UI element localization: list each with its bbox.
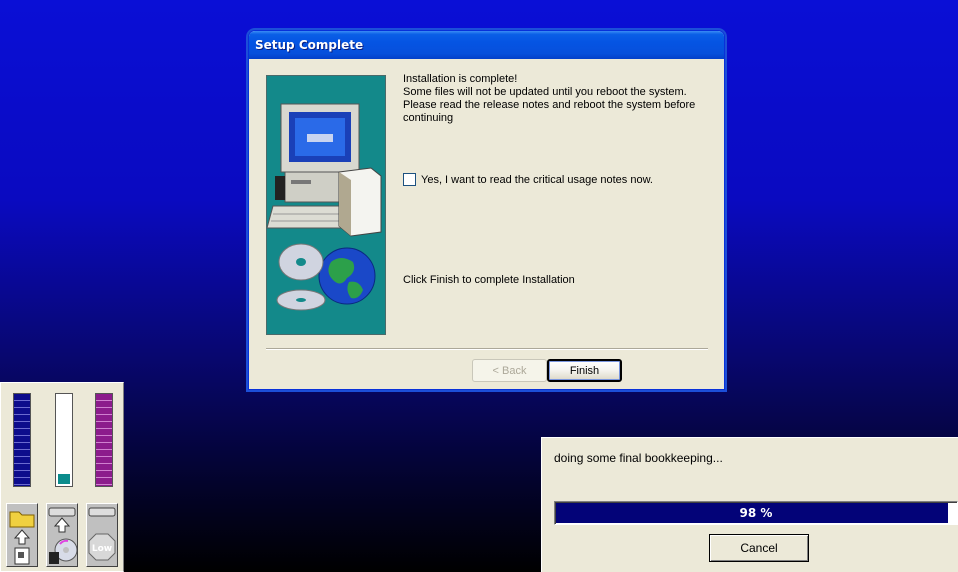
disk-meter	[55, 393, 73, 487]
low-stop-icon	[88, 507, 116, 561]
message-line: Some files will not be updated until you…	[403, 86, 687, 98]
computer-globe-icon	[266, 103, 382, 311]
low-label: Low	[91, 544, 113, 554]
dialog-separator	[266, 348, 708, 350]
cd-drive-icon	[48, 507, 78, 564]
folder-copy-button[interactable]	[6, 503, 38, 567]
low-status-button[interactable]: Low	[86, 503, 118, 567]
progress-bar: 98 %	[554, 501, 958, 525]
setup-illustration	[266, 75, 386, 335]
message-line: Installation is complete!	[403, 73, 518, 85]
read-notes-option[interactable]: Yes, I want to read the critical usage n…	[403, 173, 653, 186]
dialog-title[interactable]: Setup Complete	[249, 31, 724, 59]
progress-message: doing some final bookkeeping...	[554, 451, 723, 465]
memory-meter	[13, 393, 31, 487]
read-notes-checkbox[interactable]	[403, 173, 416, 186]
read-notes-label[interactable]: Yes, I want to read the critical usage n…	[421, 174, 653, 186]
setup-complete-dialog: Setup Complete Installation is complete!…	[248, 30, 725, 390]
progress-percent: 98 %	[739, 506, 773, 520]
disk-install-button[interactable]	[46, 503, 78, 567]
resource-meter-widget: Low	[0, 382, 124, 572]
dialog-body: Installation is complete! Some files wil…	[249, 59, 724, 389]
message-line: Please read the release notes and reboot…	[403, 99, 696, 111]
back-button[interactable]: < Back	[472, 359, 547, 382]
folder-icon	[9, 511, 35, 565]
finish-instruction: Click Finish to complete Installation	[403, 274, 575, 286]
completion-message: Installation is complete! Some files wil…	[403, 73, 703, 125]
cpu-meter	[95, 393, 113, 487]
bookkeeping-progress-window: doing some final bookkeeping... 98 % Can…	[541, 437, 958, 572]
message-line: continuing	[403, 112, 454, 124]
cancel-button[interactable]: Cancel	[709, 534, 809, 562]
finish-button[interactable]: Finish	[547, 359, 622, 382]
